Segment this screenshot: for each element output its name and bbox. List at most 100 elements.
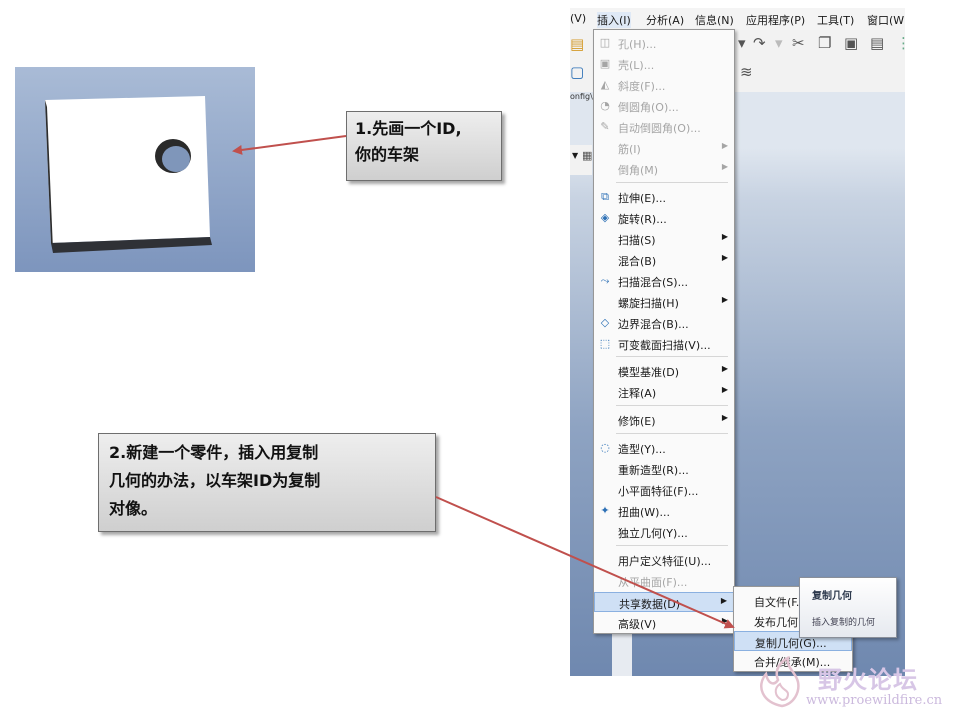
menu-item[interactable]: 重新造型(R)... [594, 459, 734, 479]
menu-item-label: 拉伸(E)... [618, 192, 667, 205]
open-icon[interactable]: ▤ [570, 35, 584, 53]
watermark-url: www.proewildfire.cn [806, 693, 943, 708]
boundary-blend-icon: ◇ [600, 316, 610, 329]
submenu-arrow-icon: ▶ [721, 232, 728, 241]
callout-step-1: 1.先画一个ID, 你的车架 [346, 111, 502, 181]
menu-item-label: 独立几何(Y)... [618, 527, 688, 540]
menu-item-label: 用户定义特征(U)... [618, 555, 712, 568]
round-icon: ◔ [600, 99, 610, 112]
style-icon: ◌ [600, 441, 610, 454]
menu-item-label: 螺旋扫描(H) [618, 297, 679, 310]
menu-item[interactable]: ⤳ 扫描混合(S)... [594, 271, 734, 291]
submenu-arrow-icon: ▶ [721, 413, 728, 422]
variable-sweep-icon: ⬚ [599, 337, 611, 350]
menu-view[interactable]: (V) [570, 12, 586, 25]
menu-item[interactable]: 用户定义特征(U)... [594, 550, 734, 570]
menu-item[interactable]: ◌ 造型(Y)... [594, 438, 734, 458]
cut-icon[interactable]: ✂ [792, 34, 805, 52]
menu-item[interactable]: ◇ 边界混合(B)... [594, 313, 734, 333]
tooltip-title: 复制几何 [812, 591, 852, 602]
menu-item[interactable]: ✦ 扭曲(W)... [594, 501, 734, 521]
hole-icon: ◫ [599, 36, 611, 49]
menu-item-label: 可变截面扫描(V)... [618, 339, 711, 352]
menu-item[interactable]: 模型基准(D) ▶ [594, 361, 734, 381]
paste-special-icon[interactable]: ▤ [870, 34, 884, 52]
menu-item-label: 倒角(M) [618, 164, 659, 177]
menu-item[interactable]: 注释(A) ▶ [594, 382, 734, 402]
menu-separator [616, 356, 728, 357]
menu-item-label: 从平曲面(F)... [618, 576, 688, 589]
grid-icon[interactable]: ▦ [582, 149, 592, 162]
menu-item-label: 斜度(F)... [618, 80, 666, 93]
model-preview [15, 67, 255, 272]
window-icon[interactable]: ▢ [570, 63, 584, 81]
chevron-down-icon[interactable]: ▼ [572, 151, 578, 160]
menu-item[interactable]: ◭ 斜度(F)... [594, 75, 734, 95]
menu-item-label: 扭曲(W)... [618, 506, 670, 519]
menu-item[interactable]: ◈ 旋转(R)... [594, 208, 734, 228]
menu-item[interactable]: ◫ 孔(H)... [594, 33, 734, 53]
watermark-title: 野火论坛 [818, 666, 918, 694]
menu-item[interactable]: 扫描(S) ▶ [594, 229, 734, 249]
menu-item-label: 孔(H)... [618, 38, 657, 51]
menu-item[interactable]: 高级(V) ▶ [594, 613, 734, 633]
menu-item-label: 壳(L)... [618, 59, 655, 72]
menu-item-label: 边界混合(B)... [618, 318, 689, 331]
submenu-arrow-icon: ▶ [720, 596, 727, 605]
menu-separator [616, 405, 728, 406]
menu-item[interactable]: 倒角(M) ▶ [594, 159, 734, 179]
chevron-down-icon[interactable]: ▾ [775, 34, 783, 52]
menu-item[interactable]: 共享数据(D) ▶ [594, 592, 734, 612]
menu-applications[interactable]: 应用程序(P) [746, 12, 805, 28]
menu-separator [616, 545, 728, 546]
submenu-arrow-icon: ▶ [721, 364, 728, 373]
callout-step-2: 2.新建一个零件，插入用复制 几何的办法，以车架ID为复制 对像。 [98, 433, 436, 532]
menu-insert[interactable]: 插入(I) [597, 12, 631, 28]
menu-item-label: 扫描(S) [618, 234, 656, 247]
submenu-arrow-icon: ▶ [721, 616, 728, 625]
menu-item[interactable]: ▣ 壳(L)... [594, 54, 734, 74]
redo-icon[interactable]: ↷ [753, 34, 766, 52]
arrow-down-icon[interactable]: ▾ [738, 34, 746, 52]
layers-icon[interactable]: ≋ [740, 63, 753, 81]
menu-item-label: 修饰(E) [618, 415, 656, 428]
auto-round-icon: ✎ [600, 120, 610, 133]
draft-icon: ◭ [600, 78, 610, 91]
menu-item-label: 混合(B) [618, 255, 657, 268]
menu-item-label: 注释(A) [618, 387, 657, 400]
tooltip-description: 插入复制的几何 [812, 618, 876, 628]
menu-item[interactable]: 从平曲面(F)... [594, 571, 734, 591]
menu-item[interactable]: 筋(I) ▶ [594, 138, 734, 158]
menu-window[interactable]: 窗口(W [867, 12, 904, 28]
menu-item[interactable]: 混合(B) ▶ [594, 250, 734, 270]
tooltip: 复制几何 插入复制的几何 [799, 577, 897, 638]
menu-item[interactable]: 修饰(E) ▶ [594, 410, 734, 430]
menu-item-label: 高级(V) [618, 618, 657, 631]
menu-item[interactable]: 独立几何(Y)... [594, 522, 734, 542]
menu-item[interactable]: 螺旋扫描(H) ▶ [594, 292, 734, 312]
menu-item-label: 重新造型(R)... [618, 464, 689, 477]
menu-tools[interactable]: 工具(T) [817, 12, 854, 28]
tree-icon[interactable]: ⋮ [896, 34, 911, 52]
menu-analysis[interactable]: 分析(A) [646, 12, 684, 28]
menu-separator [616, 433, 728, 434]
submenu-arrow-icon: ▶ [721, 295, 728, 304]
submenu-arrow-icon: ▶ [721, 141, 728, 150]
menu-item-label: 倒圆角(O)... [618, 101, 679, 114]
menu-item-label: 自动倒圆角(O)... [618, 122, 701, 135]
menu-item[interactable]: ✎ 自动倒圆角(O)... [594, 117, 734, 137]
menu-item-label: 扫描混合(S)... [618, 276, 689, 289]
submenu-arrow-icon: ▶ [721, 385, 728, 394]
submenu-arrow-icon: ▶ [721, 162, 728, 171]
insert-menu: ◫ 孔(H)... ▣ 壳(L)... ◭ 斜度(F)... ◔ 倒圆角(O)... ✎ 自动倒圆… [593, 29, 735, 634]
flame-logo-icon [760, 656, 800, 708]
paste-icon[interactable]: ▣ [844, 34, 858, 52]
copy-icon[interactable]: ❐ [818, 34, 831, 52]
menu-info[interactable]: 信息(N) [695, 12, 734, 28]
menu-item-label: 共享数据(D) [619, 598, 681, 611]
revolve-icon: ◈ [600, 211, 610, 224]
menu-item[interactable]: ◔ 倒圆角(O)... [594, 96, 734, 116]
menu-item[interactable]: ⧉ 拉伸(E)... [594, 187, 734, 207]
menu-item[interactable]: ⬚ 可变截面扫描(V)... [594, 334, 734, 354]
menu-item[interactable]: 小平面特征(F)... [594, 480, 734, 500]
